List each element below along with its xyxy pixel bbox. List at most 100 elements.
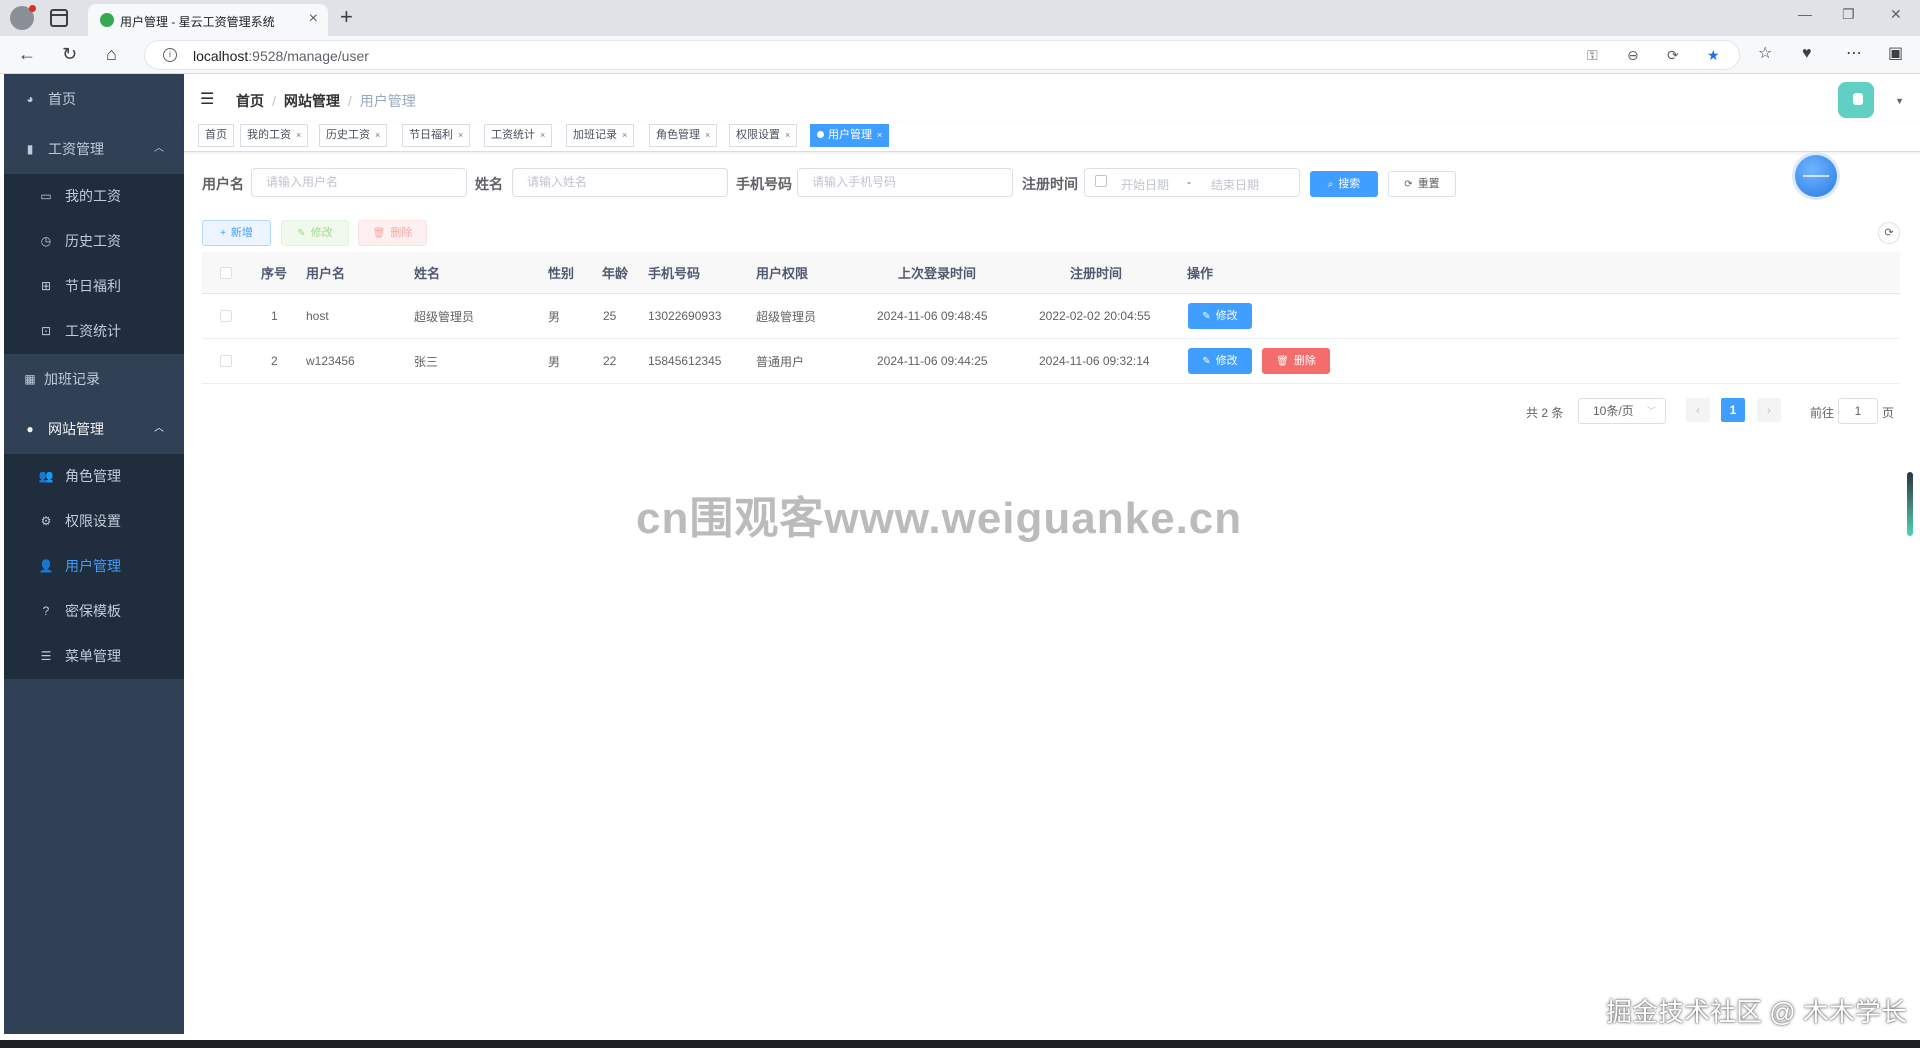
- row-delete-button[interactable]: 🗑 删除: [1262, 348, 1330, 374]
- edit-button[interactable]: ✎ 修改: [281, 220, 349, 246]
- select-all-checkbox[interactable]: [220, 252, 232, 293]
- column-header-phone: 手机号码: [648, 266, 701, 281]
- sidebar-toggle-icon[interactable]: ▣: [1888, 44, 1903, 64]
- clock-icon: ◷: [40, 234, 52, 248]
- close-icon[interactable]: ×: [540, 130, 545, 140]
- home-icon[interactable]: ⌂: [106, 44, 117, 64]
- corner-watermark: 掘金技术社区 @ 木木学长: [1606, 997, 1907, 1027]
- end-date-input[interactable]: 结束日期: [1211, 176, 1259, 193]
- close-tab-icon[interactable]: ×: [309, 10, 318, 28]
- close-icon[interactable]: ×: [458, 130, 463, 140]
- close-icon[interactable]: ×: [296, 130, 301, 140]
- row-edit-button[interactable]: ✎ 修改: [1188, 348, 1252, 374]
- close-icon[interactable]: ×: [375, 130, 380, 140]
- sidebar-item-site-management[interactable]: ● 网站管理 ︿: [4, 404, 184, 454]
- close-window-icon[interactable]: ✕: [1890, 6, 1902, 23]
- side-scroll-indicator[interactable]: [1907, 472, 1913, 536]
- column-header-role: 用户权限: [756, 266, 809, 281]
- sidebar-item-role-management[interactable]: 👥 角色管理: [4, 454, 184, 499]
- more-menu-icon[interactable]: ⋯: [1846, 44, 1862, 64]
- register-date-range[interactable]: 开始日期 - 结束日期: [1084, 168, 1300, 197]
- chevron-up-icon: ︿: [154, 423, 164, 434]
- cell-role: 超级管理员: [756, 309, 817, 324]
- goto-page-input[interactable]: 1: [1838, 398, 1878, 424]
- sidebar-item-overtime[interactable]: ▦ 加班记录: [4, 354, 184, 404]
- add-button[interactable]: + 新增: [202, 220, 271, 246]
- reload-icon[interactable]: ↻: [62, 44, 77, 64]
- sidebar-item-salary[interactable]: ▮ 工资管理 ︿: [4, 124, 184, 174]
- breadcrumb-separator: /: [347, 93, 352, 109]
- row-checkbox[interactable]: [220, 294, 232, 338]
- tag-my-salary[interactable]: 我的工资 ×: [240, 124, 309, 147]
- search-button[interactable]: ⌕ 搜索: [1310, 171, 1378, 197]
- refresh-page-icon[interactable]: ⟳: [1667, 47, 1679, 64]
- tag-overtime[interactable]: 加班记录 ×: [566, 124, 635, 147]
- name-input[interactable]: 请输入姓名: [512, 168, 728, 197]
- site-info-icon[interactable]: i: [163, 48, 177, 62]
- tag-permission-settings[interactable]: 权限设置 ×: [729, 124, 798, 147]
- tag-home[interactable]: 首页: [198, 124, 234, 147]
- sidebar-item-my-salary[interactable]: ▭ 我的工资: [4, 174, 184, 219]
- sidebar-item-security-template[interactable]: ? 密保模板: [4, 589, 184, 634]
- column-header-username: 用户名: [306, 266, 346, 281]
- chevron-down-icon: ﹀: [1646, 406, 1656, 416]
- back-icon[interactable]: ←: [18, 44, 36, 64]
- username-input[interactable]: 请输入用户名: [251, 168, 467, 197]
- minimize-icon[interactable]: —: [1798, 6, 1812, 22]
- close-icon[interactable]: ×: [877, 130, 882, 140]
- extensions-icon[interactable]: ♥: [1802, 44, 1812, 64]
- favorite-star-icon[interactable]: ★: [1707, 47, 1720, 64]
- close-icon[interactable]: ×: [622, 130, 627, 140]
- browser-tab[interactable]: 用户管理 - 星云工资管理系统 ×: [88, 4, 328, 36]
- sidebar-item-permission-settings[interactable]: ⚙ 权限设置: [4, 499, 184, 544]
- sidebar-item-user-management[interactable]: 👤 用户管理: [4, 544, 184, 589]
- favorites-icon[interactable]: ☆: [1758, 44, 1772, 64]
- page-size-select[interactable]: 10条/页 ﹀: [1578, 398, 1666, 424]
- hamburger-icon[interactable]: ☰: [200, 89, 214, 109]
- sidebar-item-menu-management[interactable]: ☰ 菜单管理: [4, 634, 184, 679]
- tag-user-management[interactable]: 用户管理 ×: [810, 124, 890, 147]
- phone-input[interactable]: 请输入手机号码: [797, 168, 1013, 197]
- cell-username: w123456: [306, 354, 355, 368]
- sidebar-item-holiday-benefits[interactable]: ⊞ 节日福利: [4, 264, 184, 309]
- user-avatar[interactable]: [1838, 82, 1874, 118]
- active-dot-icon: [817, 131, 824, 138]
- sidebar-item-salary-stats[interactable]: ⊡ 工资统计: [4, 309, 184, 354]
- floating-assistant-ball[interactable]: [1795, 155, 1837, 197]
- next-page-button[interactable]: ›: [1757, 398, 1781, 422]
- start-date-input[interactable]: 开始日期: [1121, 176, 1169, 193]
- tag-holiday-benefits[interactable]: 节日福利 ×: [402, 124, 471, 147]
- profile-avatar-icon[interactable]: [10, 5, 36, 30]
- gear-icon: ⚙: [40, 514, 52, 528]
- reset-button[interactable]: ⟳ 重置: [1388, 171, 1456, 197]
- sidebar-item-home[interactable]: ◕ 首页: [4, 74, 184, 124]
- breadcrumb-home[interactable]: 首页: [236, 93, 264, 109]
- close-icon[interactable]: ×: [785, 130, 790, 140]
- browser-titlebar: 用户管理 - 星云工资管理系统 × + — ❐ ✕: [0, 0, 1920, 36]
- plus-icon: +: [220, 228, 226, 239]
- row-checkbox[interactable]: [220, 339, 232, 383]
- breadcrumb-site-management[interactable]: 网站管理: [284, 93, 340, 109]
- taskbar-strip: [0, 1040, 1920, 1048]
- prev-page-button[interactable]: ‹: [1686, 398, 1710, 422]
- tag-salary-stats[interactable]: 工资统计 ×: [484, 124, 553, 147]
- restore-icon[interactable]: ❐: [1842, 6, 1855, 23]
- zoom-icon[interactable]: ⊖: [1627, 47, 1639, 64]
- tag-role-management[interactable]: 角色管理 ×: [649, 124, 718, 147]
- address-bar[interactable]: i localhost:9528/manage/user ⚿ ⊖ ⟳ ★: [144, 40, 1740, 70]
- table-row: 2 w123456 张三 男 22 15845612345 普通用户 2024-…: [202, 339, 1900, 384]
- close-icon[interactable]: ×: [705, 130, 710, 140]
- calendar-icon: [1095, 175, 1107, 187]
- row-edit-button[interactable]: ✎ 修改: [1188, 303, 1252, 329]
- refresh-table-icon[interactable]: ⟳: [1878, 222, 1900, 244]
- page-number-button[interactable]: 1: [1721, 398, 1745, 422]
- bar-chart-icon: ▮: [26, 142, 34, 156]
- tag-salary-history[interactable]: 历史工资 ×: [319, 124, 388, 147]
- delete-button[interactable]: 🗑 删除: [358, 220, 427, 246]
- tab-actions-icon[interactable]: [50, 9, 68, 27]
- caret-down-icon[interactable]: ▼: [1895, 96, 1904, 106]
- salary-submenu: ▭ 我的工资 ◷ 历史工资 ⊞ 节日福利 ⊡ 工资统计: [4, 174, 184, 354]
- sidebar-item-salary-history[interactable]: ◷ 历史工资: [4, 219, 184, 264]
- new-tab-icon[interactable]: +: [340, 4, 353, 30]
- key-icon[interactable]: ⚿: [1587, 47, 1598, 64]
